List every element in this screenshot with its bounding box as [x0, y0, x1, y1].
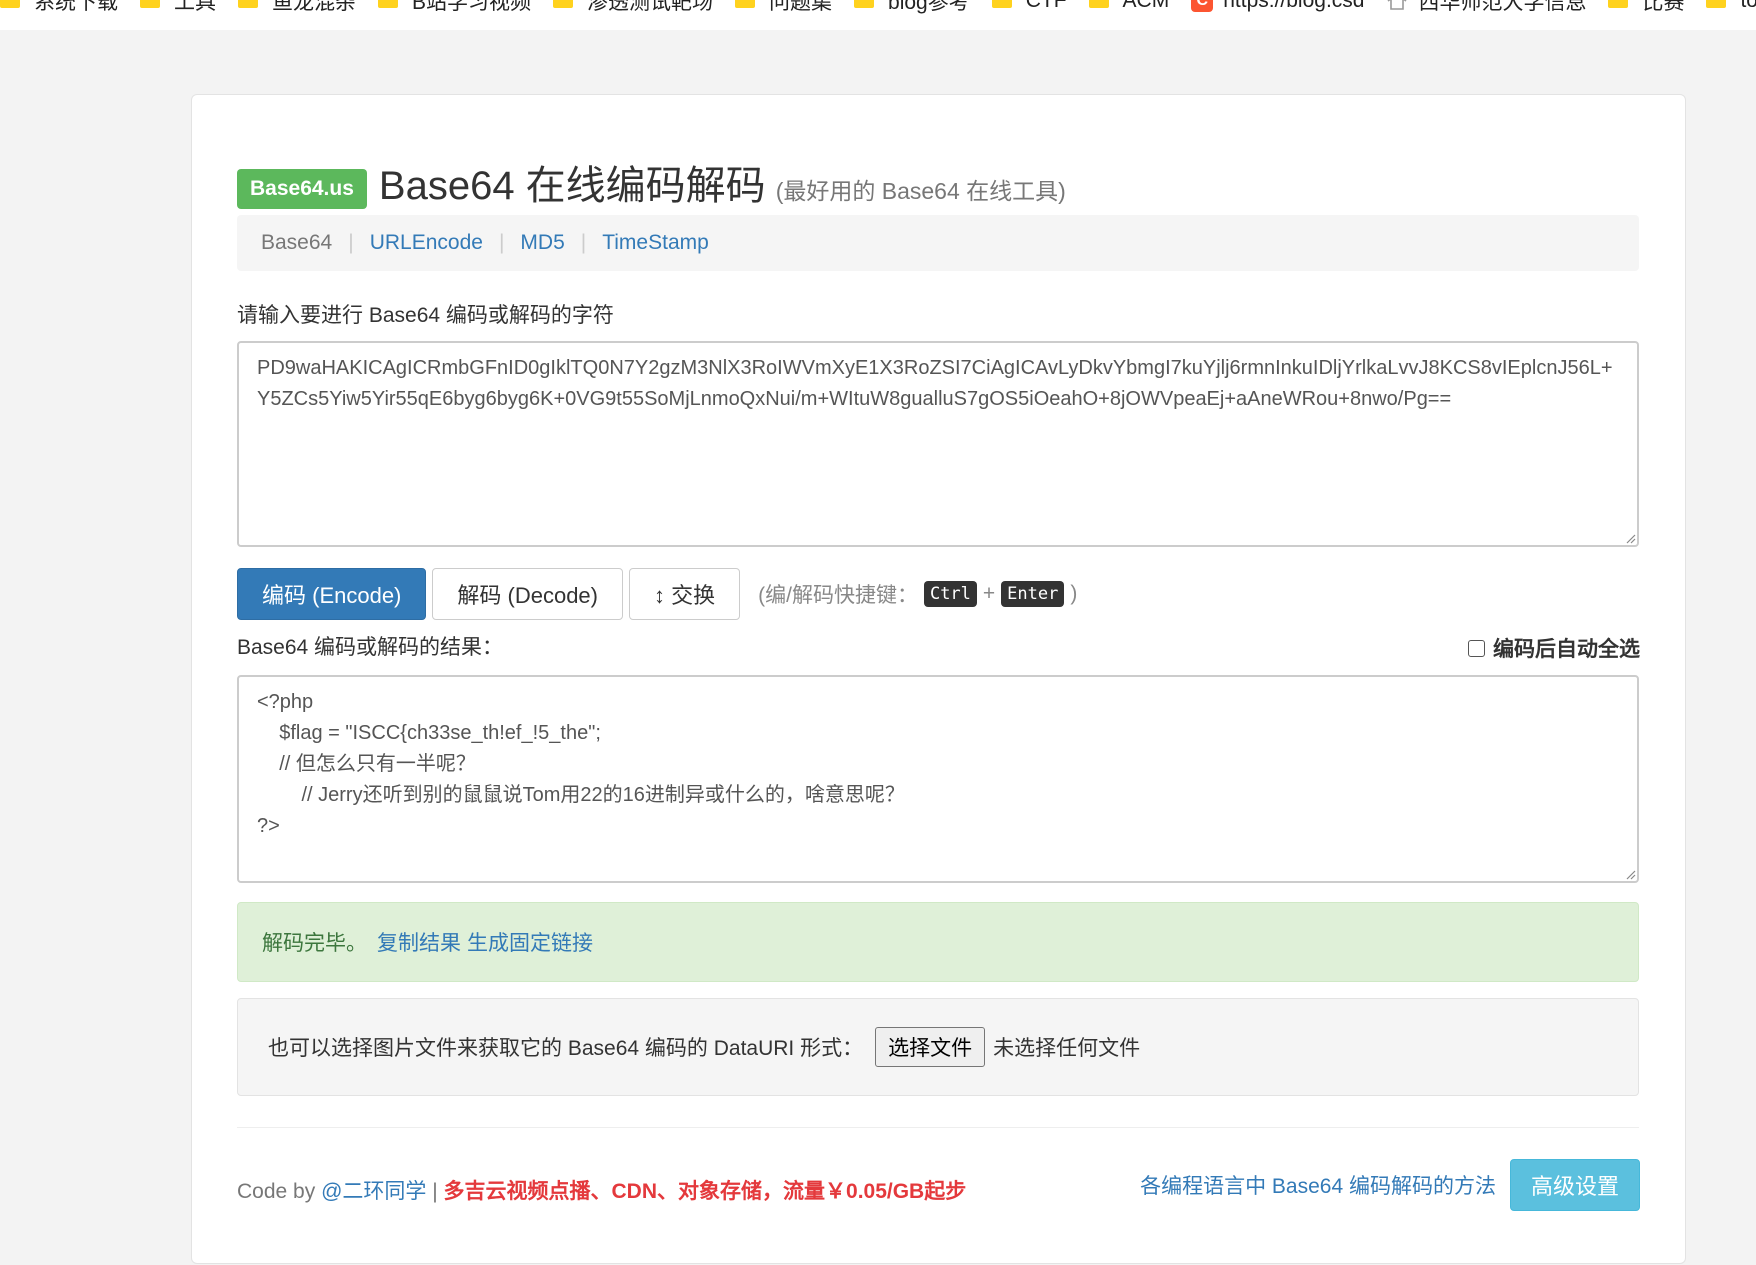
file-label: 也可以选择图片文件来获取它的 Base64 编码的 DataURI 形式： — [268, 1037, 864, 1060]
bookmark-item[interactable]: 系统下载 — [0, 0, 118, 16]
folder-icon — [735, 0, 756, 8]
input-resize-grip-icon[interactable] — [1624, 532, 1636, 544]
bookmark-item[interactable]: CTF — [991, 0, 1067, 13]
shortcut-hint-suffix: ) — [1070, 582, 1078, 605]
folder-icon — [1706, 0, 1727, 8]
bookmark-label: 系统下载 — [34, 0, 118, 14]
kbd-ctrl: Ctrl — [923, 581, 977, 607]
status-alert: 解码完毕。 复制结果 生成固定链接 — [237, 902, 1639, 982]
bookmark-label: ACM — [1122, 0, 1170, 12]
no-file-text: 未选择任何文件 — [993, 1037, 1141, 1060]
file-picker-well: 也可以选择图片文件来获取它的 Base64 编码的 DataURI 形式： 选择… — [237, 998, 1639, 1096]
nav-current-base64: Base64 — [261, 231, 333, 254]
bookmark-label: 鱼龙混杂 — [272, 0, 356, 14]
bookmark-label: 西华师范大学信息 — [1418, 0, 1587, 14]
decode-button[interactable]: 解码 (Decode) — [432, 568, 623, 620]
nav-separator: | — [348, 231, 354, 254]
folder-icon — [854, 0, 875, 8]
methods-link[interactable]: 各编程语言中 Base64 编码解码的方法 — [1140, 1170, 1496, 1200]
advanced-settings-button[interactable]: 高级设置 — [1509, 1159, 1640, 1211]
output-resize-grip-icon[interactable] — [1624, 868, 1636, 880]
folder-icon — [553, 0, 574, 8]
auto-select-label: 编码后自动全选 — [1493, 638, 1640, 661]
output-label: Base64 编码或解码的结果： — [237, 636, 504, 659]
action-row: 编码 (Encode) 解码 (Decode) ↕ 交换 (编/解码快捷键： C… — [237, 568, 1077, 620]
swap-button[interactable]: ↕ 交换 — [629, 568, 741, 620]
bookmark-item[interactable]: Chttps://blog.csd — [1191, 0, 1364, 13]
page-title: Base64 在线编码解码 — [378, 164, 766, 208]
bookmark-label: https://blog.csd — [1223, 0, 1365, 12]
nav-link-timestamp[interactable]: TimeStamp — [602, 231, 709, 255]
footer-credits: Code by @二环同学 | 多吉云视频点播、CDN、对象存储，流量￥0.05… — [237, 1175, 966, 1205]
page-subtitle: (最好用的 Base64 在线工具) — [775, 178, 1066, 204]
permalink-link[interactable]: 生成固定链接 — [467, 927, 593, 957]
nav-link-urlencode[interactable]: URLEncode — [370, 231, 483, 255]
bookmark-label: blog参考 — [888, 0, 970, 14]
csdn-icon: C — [1191, 0, 1214, 12]
nav-link-md5[interactable]: MD5 — [520, 231, 564, 255]
main-panel: Base64.us Base64 在线编码解码 (最好用的 Base64 在线工… — [191, 94, 1686, 1264]
bookmark-item[interactable]: blog参考 — [854, 0, 970, 16]
bookmark-item[interactable]: 鱼龙混杂 — [238, 0, 356, 16]
bookmark-item[interactable]: B站学习视频 — [378, 0, 531, 16]
checkbox-box[interactable] — [1468, 639, 1485, 657]
bookmark-label: tools — [1740, 0, 1756, 12]
bookmarks-strip: 系统下载 工具 鱼龙混杂 B站学习视频 渗透测试靶场 问题集 blog参考 CTF ACM Cht… — [0, 0, 1756, 16]
code-by-text: Code by — [237, 1180, 322, 1203]
shortcut-hint: (编/解码快捷键： Ctrl + Enter ) — [758, 579, 1077, 609]
output-textarea[interactable]: <?php $flag = "ISCC{ch33se_th!ef_!5_the"… — [237, 675, 1639, 883]
bookmark-label: CTF — [1025, 0, 1067, 12]
bookmark-label: B站学习视频 — [412, 0, 532, 14]
copy-result-link[interactable]: 复制结果 — [377, 927, 461, 957]
bookmark-label: 渗透测试靶场 — [587, 0, 714, 14]
bookmark-item[interactable]: 工具 — [140, 0, 216, 16]
encode-button[interactable]: 编码 (Encode) — [237, 568, 427, 620]
bookmark-item[interactable]: ACM — [1088, 0, 1170, 13]
bookmark-label: 比赛 — [1642, 0, 1685, 14]
bookmark-item[interactable]: tools — [1706, 0, 1756, 13]
divider — [237, 1127, 1639, 1128]
kbd-enter: Enter — [1001, 581, 1065, 607]
page-header: Base64.us Base64 在线编码解码 (最好用的 Base64 在线工… — [237, 153, 1066, 213]
folder-icon — [140, 0, 160, 8]
bookmark-item[interactable]: 比赛 — [1608, 0, 1684, 16]
folder-icon — [0, 0, 20, 8]
nav-separator: | — [580, 231, 587, 254]
bookmark-item[interactable]: 渗透测试靶场 — [553, 0, 713, 16]
tool-nav: Base64 | URLEncode | MD5 | TimeStamp — [237, 215, 1639, 271]
folder-icon — [238, 0, 258, 8]
folder-icon — [378, 0, 398, 8]
auto-select-checkbox[interactable]: 编码后自动全选 — [1468, 633, 1640, 663]
input-label: 请输入要进行 Base64 编码或解码的字符 — [237, 304, 614, 327]
bookmark-label: 工具 — [174, 0, 216, 14]
bookmarks-bar: 系统下载 工具 鱼龙混杂 B站学习视频 渗透测试靶场 问题集 blog参考 CTF ACM Cht… — [0, 0, 1756, 30]
folder-icon — [991, 0, 1012, 8]
brand-badge[interactable]: Base64.us — [237, 169, 367, 209]
choose-file-button[interactable]: 选择文件 — [875, 1027, 986, 1067]
status-message: 解码完毕。 — [262, 932, 367, 955]
footer-actions: 各编程语言中 Base64 编码解码的方法 高级设置 — [1140, 1159, 1640, 1211]
home-icon — [1387, 0, 1407, 10]
kbd-plus: + — [982, 582, 996, 605]
input-textarea[interactable]: PD9waHAKICAgICRmbGFnID0gIklTQ0N7Y2gzM3Nl… — [237, 341, 1639, 547]
promo-link[interactable]: 多吉云视频点播、CDN、对象存储，流量￥0.05/GB起步 — [444, 1180, 967, 1203]
folder-icon — [1608, 0, 1629, 8]
shortcut-hint-prefix: (编/解码快捷键： — [758, 584, 918, 607]
bookmark-label: 问题集 — [769, 0, 833, 14]
bookmark-item[interactable]: 问题集 — [735, 0, 832, 16]
nav-separator: | — [498, 231, 505, 254]
footer-separator: | — [426, 1180, 444, 1203]
author-link[interactable]: @二环同学 — [321, 1180, 426, 1203]
folder-icon — [1088, 0, 1109, 8]
bookmark-item[interactable]: 西华师范大学信息 — [1386, 0, 1586, 16]
